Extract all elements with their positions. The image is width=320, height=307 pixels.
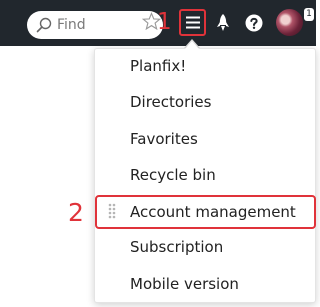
annotation-marker-2: 2 <box>68 198 84 227</box>
top-bar: 1 1 <box>0 0 316 46</box>
menu-item-directories[interactable]: Directories <box>130 92 211 112</box>
menu-item-mobile-version[interactable]: Mobile version <box>130 274 239 294</box>
menu-item-recycle-bin[interactable]: Recycle bin <box>130 165 216 185</box>
rocket-icon[interactable] <box>216 14 230 32</box>
dropdown-caret <box>185 41 199 49</box>
annotation-marker-1: 1 <box>157 9 172 35</box>
search-icon <box>36 17 52 33</box>
search-input[interactable] <box>57 14 147 36</box>
menu-item-account-management[interactable]: Account management <box>130 202 296 222</box>
help-icon[interactable] <box>245 14 263 32</box>
menu-item-favorites[interactable]: Favorites <box>130 129 198 149</box>
drag-handle-icon[interactable] <box>108 202 116 220</box>
hamburger-menu-icon <box>186 16 200 29</box>
menu-item-planfix[interactable]: Planfix! <box>130 56 186 76</box>
menu-item-subscription[interactable]: Subscription <box>130 237 223 257</box>
avatar[interactable] <box>276 9 303 36</box>
notification-badge: 1 <box>304 8 314 21</box>
main-menu-button[interactable] <box>179 9 206 36</box>
